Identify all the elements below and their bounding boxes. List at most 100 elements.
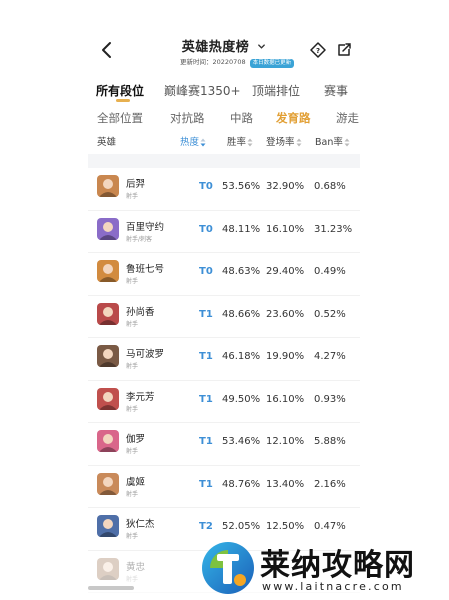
pick-rate: 23.60% — [266, 308, 305, 320]
chevron-down-icon — [258, 44, 266, 49]
pick-rate: 16.10% — [266, 223, 305, 235]
pick-rate: 12.50% — [266, 521, 305, 532]
tab-peak-1350[interactable]: 巅峰赛1350+ — [164, 82, 241, 99]
col-pick-rate[interactable]: 登场率 — [266, 134, 302, 148]
hero-portrait-icon — [97, 217, 119, 240]
hero-role: 射手 — [126, 278, 139, 285]
hero-name: 鲁班七号 — [126, 264, 165, 275]
site-logo-icon — [202, 542, 254, 594]
col-heat[interactable]: 热度 — [180, 134, 206, 148]
hero-tier: T1 — [199, 436, 213, 447]
hero-name: 黄忠 — [126, 561, 146, 573]
ban-rate: 2.16% — [314, 478, 346, 490]
hero-avatar — [97, 430, 119, 452]
win-rate: 53.46% — [222, 436, 261, 447]
hero-role: 射手 — [126, 193, 139, 200]
hero-name: 后羿 — [126, 179, 146, 190]
hero-avatar — [97, 557, 119, 580]
hero-name: 伽罗 — [126, 434, 146, 445]
pick-rate: 19.90% — [266, 351, 305, 362]
tab-top-ranked[interactable]: 顶端排位 — [252, 82, 300, 99]
position-tabs: 全部位置 对抗路 中路 发育路 游走 — [88, 106, 360, 128]
hero-name: 孙尚香 — [126, 306, 155, 318]
hero-role: 射手 — [126, 405, 139, 413]
watermark: 莱纳攻略网 www.laitnacre.com — [198, 538, 448, 600]
help-icon[interactable]: ? — [310, 42, 326, 58]
tab-clash-lane[interactable]: 对抗路 — [170, 110, 205, 126]
pick-rate: 16.10% — [266, 393, 305, 405]
share-icon[interactable] — [336, 42, 352, 58]
hero-role: 射手 — [126, 490, 139, 498]
hero-role: 射手 — [126, 448, 139, 455]
hero-portrait-icon — [97, 557, 119, 580]
col-ban-rate-label: Ban率 — [315, 137, 343, 148]
col-win-rate[interactable]: 胜率 — [227, 134, 253, 148]
win-rate: 53.56% — [222, 181, 261, 192]
ban-rate: 4.27% — [314, 351, 346, 362]
pick-rate: 12.10% — [266, 436, 305, 447]
win-rate: 46.18% — [222, 351, 261, 362]
hero-role: 射手 — [126, 363, 139, 370]
tab-all-ranks[interactable]: 所有段位 — [96, 82, 144, 99]
sort-icon — [247, 138, 253, 147]
hero-avatar — [97, 345, 119, 367]
page-title: 英雄热度榜 — [181, 40, 250, 55]
col-pick-rate-label: 登场率 — [266, 137, 295, 148]
hero-portrait-icon — [97, 302, 119, 325]
col-win-rate-label: 胜率 — [227, 137, 247, 148]
ban-rate: 0.47% — [314, 521, 346, 532]
ban-rate: 0.93% — [314, 393, 346, 405]
win-rate: 48.66% — [222, 308, 261, 320]
hero-avatar — [97, 515, 119, 537]
hero-row[interactable]: 后羿 射手 T0 53.56% 32.90% 0.68% — [88, 168, 360, 211]
hero-avatar — [97, 387, 119, 410]
hero-tier: T2 — [199, 521, 213, 532]
hero-tier: T0 — [199, 266, 213, 277]
win-rate: 48.63% — [222, 266, 261, 277]
hero-tier: T0 — [199, 223, 213, 235]
tab-roam[interactable]: 游走 — [336, 110, 359, 126]
watermark-url: www.laitnacre.com — [262, 580, 404, 593]
hero-tier: T1 — [199, 351, 213, 362]
tab-farm-lane[interactable]: 发育路 — [276, 110, 311, 126]
hero-row[interactable]: 马可波罗 射手 T1 46.18% 19.90% 4.27% — [88, 338, 360, 381]
top-bar: 英雄热度榜 更新时间：20220708 本日数据已更新 ? — [88, 28, 360, 72]
hero-role: 射手 — [126, 533, 139, 540]
hero-name: 虞姬 — [126, 476, 146, 488]
hero-avatar — [97, 472, 119, 495]
hero-avatar — [97, 217, 119, 240]
col-ban-rate[interactable]: Ban率 — [315, 134, 350, 148]
svg-text:?: ? — [316, 47, 320, 55]
watermark-title: 莱纳攻略网 — [260, 548, 415, 583]
hero-row[interactable]: 孙尚香 射手 T1 48.66% 23.60% 0.52% — [88, 296, 360, 338]
hero-row[interactable]: 鲁班七号 射手 T0 48.63% 29.40% 0.49% — [88, 253, 360, 296]
tab-mid-lane[interactable]: 中路 — [230, 110, 253, 126]
hero-portrait-icon — [97, 175, 119, 197]
hero-row[interactable]: 百里守约 射手/刺客 T0 48.11% 16.10% 31.23% — [88, 211, 360, 253]
hero-avatar — [97, 302, 119, 325]
hero-portrait-icon — [97, 260, 119, 282]
win-rate: 48.76% — [222, 478, 261, 490]
hero-portrait-icon — [97, 515, 119, 537]
hero-role: 射手 — [126, 575, 139, 583]
sort-icon — [344, 138, 350, 147]
hero-tier: T0 — [199, 181, 213, 192]
tab-tournament[interactable]: 赛事 — [324, 82, 348, 99]
pick-rate: 13.40% — [266, 478, 305, 490]
hero-portrait-icon — [97, 345, 119, 367]
win-rate: 48.11% — [222, 223, 261, 235]
rank-tabs: 所有段位 巅峰赛1350+ 顶端排位 赛事 — [88, 78, 360, 104]
hero-row[interactable]: 李元芳 射手 T1 49.50% 16.10% 0.93% — [88, 381, 360, 423]
hero-row[interactable]: 虞姬 射手 T1 48.76% 13.40% 2.16% — [88, 466, 360, 508]
pick-rate: 32.90% — [266, 181, 305, 192]
hero-tier: T1 — [199, 393, 213, 405]
hero-row[interactable]: 伽罗 射手 T1 53.46% 12.10% 5.88% — [88, 423, 360, 466]
hero-avatar — [97, 260, 119, 282]
section-divider — [88, 154, 360, 168]
pick-rate: 29.40% — [266, 266, 305, 277]
hero-avatar — [97, 175, 119, 197]
col-hero: 英雄 — [97, 137, 117, 148]
tab-all-positions[interactable]: 全部位置 — [97, 110, 143, 126]
sort-icon — [296, 138, 302, 147]
win-rate: 52.05% — [222, 521, 261, 532]
